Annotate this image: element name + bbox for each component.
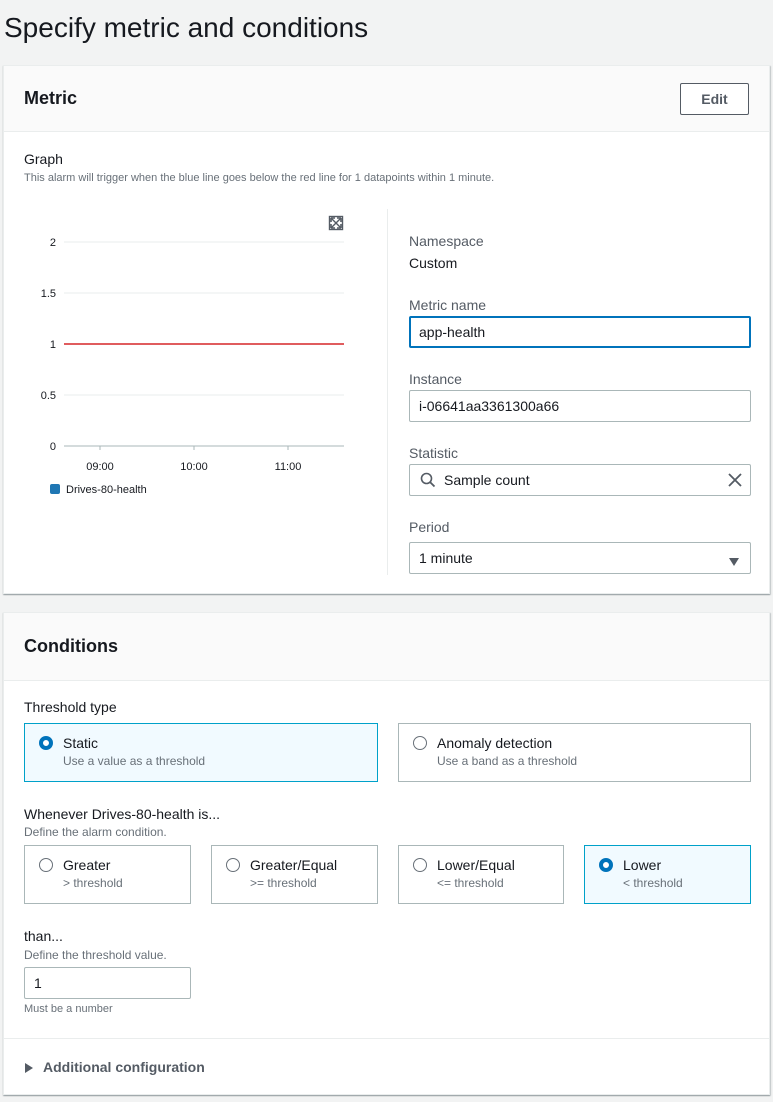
condition-greater-tile[interactable]: Greater > threshold — [24, 845, 191, 904]
x-tick-label: 10:00 — [180, 461, 208, 473]
additional-configuration-label: Additional configuration — [43, 1059, 205, 1075]
clear-icon[interactable] — [727, 472, 743, 488]
greater-label: Greater — [63, 857, 111, 873]
condition-lower-equal-tile[interactable]: Lower/Equal <= threshold — [398, 845, 564, 904]
threshold-type-anomaly-tile[interactable]: Anomaly detection Use a band as a thresh… — [398, 723, 751, 782]
graph-label: Graph — [24, 151, 63, 167]
than-description: Define the threshold value. — [24, 948, 167, 962]
threshold-constraint: Must be a number — [24, 1003, 113, 1015]
lower-label: Lower — [623, 857, 662, 873]
lower-description: < threshold — [623, 876, 683, 890]
statistic-value: Sample count — [444, 472, 530, 488]
greater-radio[interactable] — [39, 858, 53, 872]
lower-equal-description: <= threshold — [437, 876, 504, 890]
greater-equal-description: >= threshold — [250, 876, 317, 890]
greater-equal-label: Greater/Equal — [250, 857, 338, 873]
y-tick-label: 0 — [50, 441, 56, 453]
greater-description: > threshold — [63, 876, 123, 890]
panel-divider — [387, 209, 388, 575]
y-tick-label: 0.5 — [41, 390, 56, 402]
whenever-description: Define the alarm condition. — [24, 825, 167, 839]
namespace-value: Custom — [409, 255, 458, 271]
y-tick-label: 1 — [50, 339, 56, 351]
section-divider — [4, 1038, 769, 1039]
metric-name-input[interactable]: app-health — [409, 316, 751, 348]
condition-greater-equal-tile[interactable]: Greater/Equal >= threshold — [211, 845, 378, 904]
additional-configuration-toggle[interactable]: Additional configuration — [24, 1059, 205, 1075]
statistic-input[interactable]: Sample count — [409, 464, 751, 496]
metric-panel-title: Metric — [24, 88, 78, 108]
period-value: 1 minute — [419, 550, 473, 566]
period-label: Period — [409, 519, 450, 535]
metric-panel-header: Metric Edit — [4, 66, 769, 132]
period-select[interactable]: 1 minute — [409, 542, 751, 574]
edit-button[interactable]: Edit — [680, 83, 749, 115]
graph-description: This alarm will trigger when the blue li… — [24, 172, 495, 184]
condition-lower-tile[interactable]: Lower < threshold — [584, 845, 751, 904]
threshold-value: 1 — [34, 975, 42, 991]
whenever-label: Whenever Drives-80-health is... — [24, 806, 221, 822]
anomaly-label: Anomaly detection — [437, 735, 553, 751]
conditions-panel: Conditions Threshold type Static Use a v… — [3, 612, 770, 1095]
legend-label: Drives-80-health — [66, 484, 147, 496]
metric-name-label: Metric name — [409, 297, 487, 313]
statistic-label: Statistic — [409, 445, 459, 461]
than-label: than... — [24, 928, 63, 944]
static-description: Use a value as a threshold — [63, 754, 206, 768]
legend-swatch — [50, 484, 60, 494]
threshold-type-label: Threshold type — [24, 699, 117, 715]
conditions-panel-header: Conditions — [4, 613, 769, 681]
page-title: Specify metric and conditions — [4, 12, 369, 43]
metric-chart: 2 1.5 1 0.5 0 09:00 10:00 11:00 Drives-80-health — [41, 237, 344, 496]
instance-value: i-06641aa3361300a66 — [419, 398, 560, 414]
y-tick-label: 1.5 — [41, 288, 56, 300]
anomaly-radio[interactable] — [413, 736, 427, 750]
greater-equal-radio[interactable] — [226, 858, 240, 872]
y-tick-label: 2 — [50, 237, 56, 249]
static-radio[interactable] — [39, 736, 53, 750]
threshold-type-static-tile[interactable]: Static Use a value as a threshold — [24, 723, 378, 782]
instance-input[interactable]: i-06641aa3361300a66 — [409, 390, 751, 422]
lower-radio[interactable] — [599, 858, 613, 872]
metric-name-value: app-health — [419, 324, 486, 340]
threshold-value-input[interactable]: 1 — [24, 967, 191, 999]
static-label: Static — [63, 735, 99, 751]
x-tick-label: 11:00 — [275, 461, 302, 473]
lower-equal-label: Lower/Equal — [437, 857, 515, 873]
conditions-panel-title: Conditions — [24, 636, 118, 656]
namespace-label: Namespace — [409, 233, 484, 249]
lower-equal-radio[interactable] — [413, 858, 427, 872]
caret-right-icon — [24, 1061, 34, 1073]
instance-label: Instance — [409, 371, 462, 387]
metric-panel: Metric Edit Graph This alarm will trigge… — [3, 65, 770, 594]
anomaly-description: Use a band as a threshold — [437, 754, 578, 768]
search-icon — [420, 472, 436, 488]
x-tick-label: 09:00 — [86, 461, 114, 473]
caret-down-icon — [728, 554, 740, 566]
